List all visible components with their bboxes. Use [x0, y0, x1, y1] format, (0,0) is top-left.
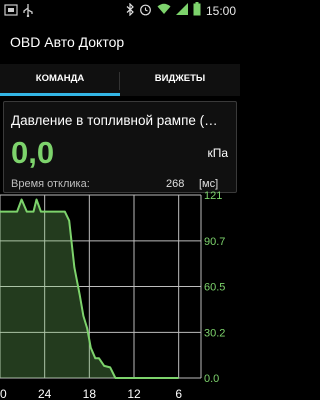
parameter-name: Давление в топливной рампе (…	[11, 113, 218, 128]
app-bar: OBD Авто Доктор	[0, 20, 240, 64]
chart-x-tick-label: 12	[127, 387, 141, 400]
chart-x-tick-label: 30	[0, 387, 7, 400]
battery-icon	[193, 2, 201, 19]
signal-icon	[175, 3, 188, 18]
parameter-value: 0,0	[11, 135, 55, 170]
tab-command[interactable]: КОМАНДА	[0, 64, 120, 96]
parameter-unit: кПа	[207, 146, 228, 160]
chart-y-tick-label: 90.7	[204, 236, 225, 248]
chart-x-tick-label: 6	[175, 387, 182, 400]
pressure-chart: 121 90.7 60.5 30.2 0.0 30 24 18 12 6	[0, 190, 225, 400]
chart-y-tick-label: 0.0	[204, 373, 219, 385]
chart-y-tick-label: 60.5	[204, 282, 225, 294]
alarm-icon	[139, 3, 152, 19]
status-bar: 15:00	[0, 0, 240, 20]
parameter-card[interactable]: Давление в топливной рампе (… 0,0 кПа Вр…	[3, 101, 237, 193]
tab-bar: КОМАНДА ВИДЖЕТЫ	[0, 64, 240, 96]
clock: 15:00	[205, 3, 236, 18]
chart-y-tick-label: 121	[204, 190, 222, 202]
bluetooth-icon	[126, 2, 134, 19]
wifi-icon	[157, 3, 171, 18]
chart-y-tick-label: 30.2	[204, 327, 225, 339]
chart-x-tick-label: 18	[83, 387, 97, 400]
app-title: OBD Авто Доктор	[10, 34, 125, 50]
tab-divider	[119, 72, 120, 90]
tab-widgets[interactable]: ВИДЖЕТЫ	[120, 64, 240, 96]
chart-x-tick-label: 24	[38, 387, 52, 400]
